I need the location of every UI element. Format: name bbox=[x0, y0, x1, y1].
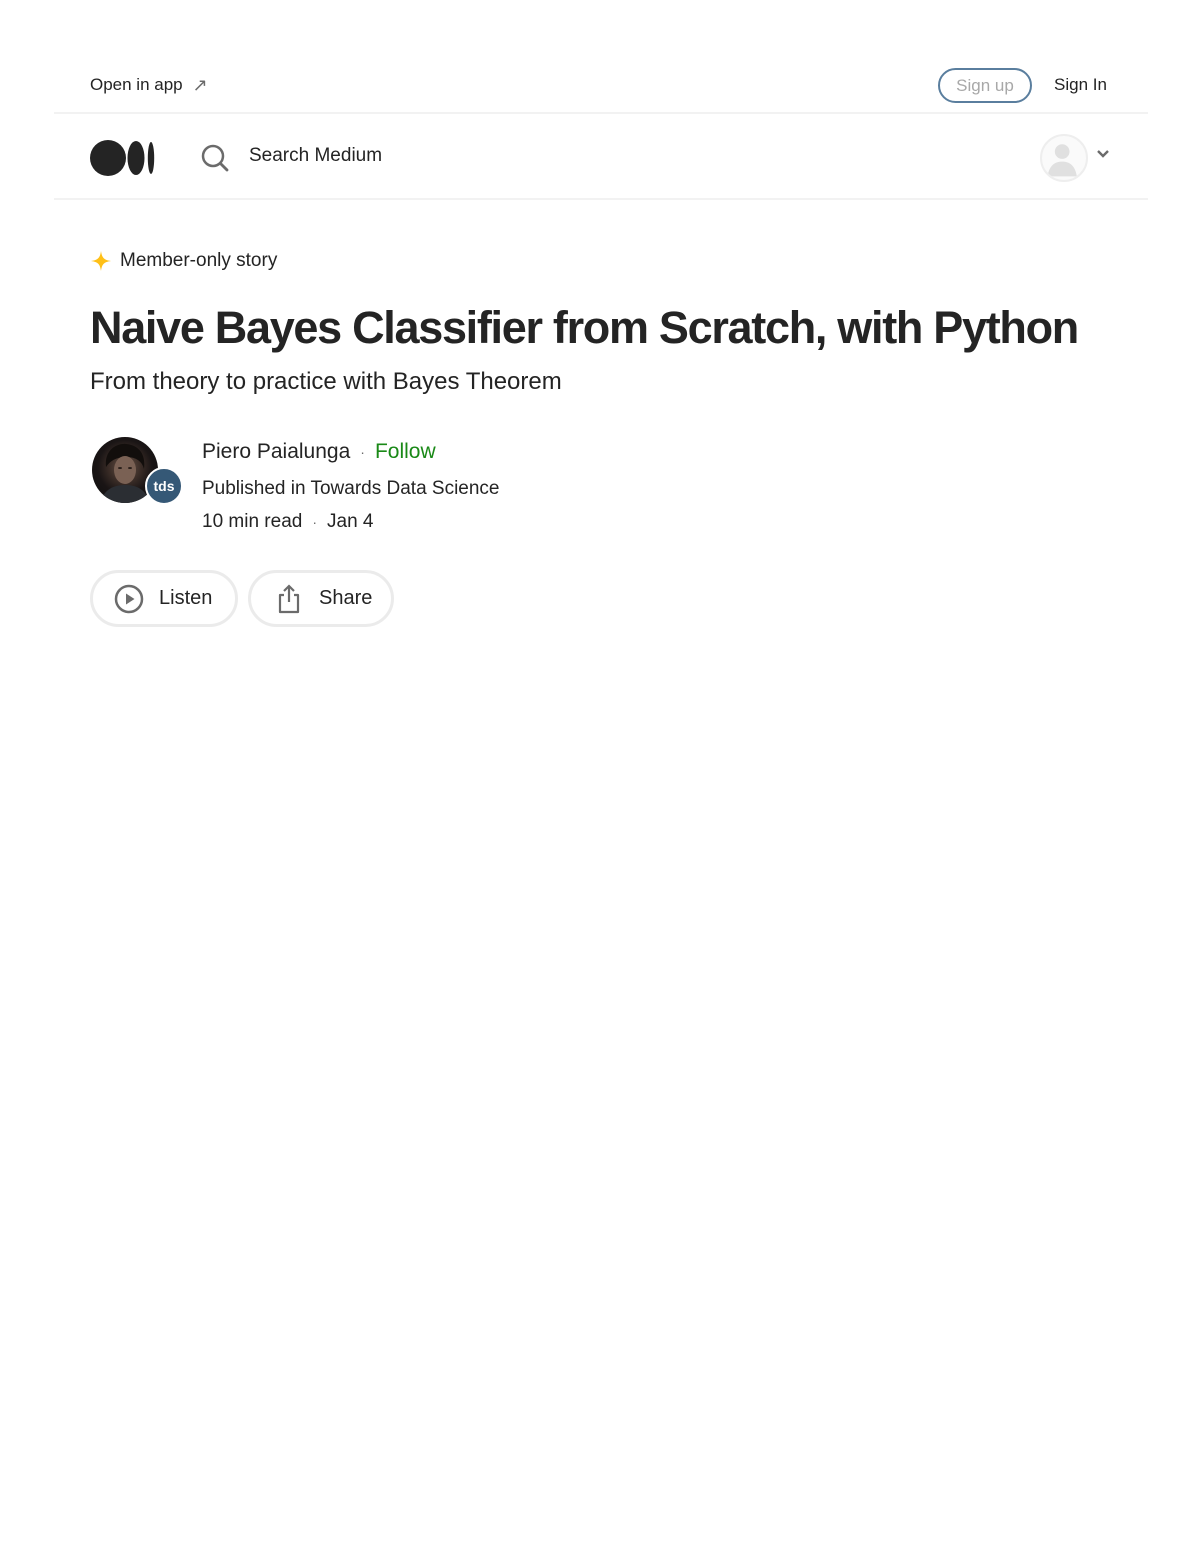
arrow-up-right-icon: ↗ bbox=[192, 75, 208, 95]
separator-dot: · bbox=[312, 514, 318, 530]
follow-button[interactable]: Follow bbox=[375, 440, 436, 464]
separator-dot: · bbox=[360, 444, 365, 460]
article-subtitle: From theory to practice with Bayes Theor… bbox=[90, 368, 562, 395]
publication-badge[interactable]: tds bbox=[145, 467, 183, 505]
medium-logo[interactable] bbox=[90, 140, 156, 176]
open-in-app-label: Open in app bbox=[90, 75, 183, 94]
user-avatar[interactable] bbox=[1040, 134, 1088, 182]
article-title: Naive Bayes Classifier from Scratch, wit… bbox=[90, 302, 1079, 353]
anonymous-user-icon bbox=[1047, 144, 1077, 177]
share-icon bbox=[278, 583, 300, 613]
nav-bar: Search Medium bbox=[54, 116, 1148, 200]
member-only-label: Member-only story bbox=[120, 250, 278, 271]
listen-button[interactable]: Listen bbox=[90, 570, 238, 627]
search-icon[interactable] bbox=[200, 143, 230, 173]
publish-date: Jan 4 bbox=[327, 511, 374, 532]
publication-line: Published in Towards Data Science bbox=[202, 478, 500, 500]
publication-name-link[interactable]: Towards Data Science bbox=[310, 478, 499, 499]
play-icon bbox=[114, 584, 144, 613]
sign-up-button[interactable]: Sign up bbox=[938, 68, 1032, 103]
sign-in-link[interactable]: Sign In bbox=[1054, 75, 1107, 95]
author-name[interactable]: Piero Paialunga bbox=[202, 440, 350, 464]
member-only-badge: Member-only story bbox=[90, 250, 277, 272]
listen-label: Listen bbox=[159, 587, 213, 609]
read-time: 10 min read bbox=[202, 511, 303, 532]
open-in-app-link[interactable]: Open in app ↗ bbox=[90, 75, 208, 95]
article-meta: 10 min read · Jan 4 bbox=[202, 511, 374, 533]
share-button[interactable]: Share bbox=[248, 570, 394, 627]
share-label: Share bbox=[319, 587, 373, 609]
star-icon bbox=[91, 251, 111, 271]
chevron-down-icon[interactable] bbox=[1096, 147, 1110, 161]
author-line: Piero Paialunga · Follow bbox=[202, 440, 436, 464]
search-input[interactable]: Search Medium bbox=[249, 145, 382, 167]
published-in-label: Published in bbox=[202, 478, 306, 499]
top-bar: Open in app ↗ Sign up Sign In bbox=[54, 58, 1148, 114]
